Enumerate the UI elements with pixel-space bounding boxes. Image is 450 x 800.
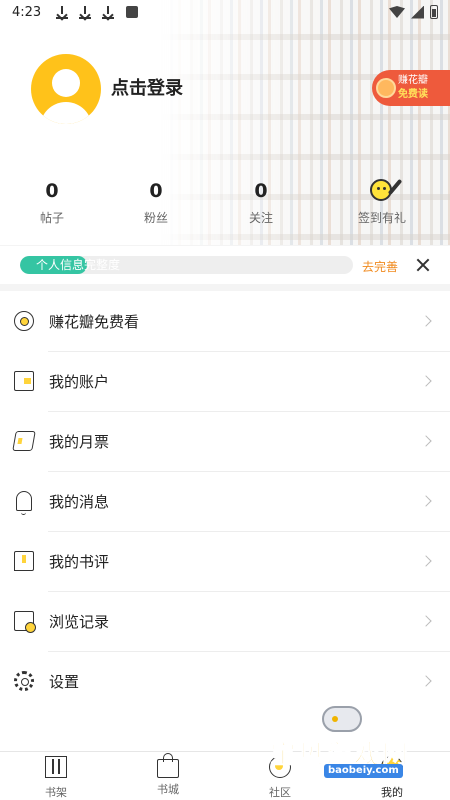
stat-posts-value: 0 <box>45 180 59 202</box>
menu-item-label: 赚花瓣免费看 <box>49 312 140 331</box>
menu-item-label: 浏览记录 <box>49 612 110 631</box>
stat-following-value: 0 <box>254 180 268 202</box>
tab-label: 书城 <box>157 783 179 796</box>
profile-completion-bar: 个人信息完整度 去完善 <box>0 246 450 284</box>
close-icon[interactable] <box>414 256 432 274</box>
stats-row: 0 帖子 0 粉丝 0 关注 签到有礼 <box>0 178 450 228</box>
profile-header: 点击登录 赚花瓣 免费读 0 帖子 0 粉丝 0 关注 签到有礼 <box>0 0 450 245</box>
earn-badge-line2: 免费读 <box>398 89 428 100</box>
avatar-body-shape <box>40 102 92 124</box>
wifi-icon <box>389 6 405 18</box>
menu-item-label: 我的书评 <box>49 552 110 571</box>
stat-fans[interactable]: 0 粉丝 <box>116 178 196 226</box>
chevron-right-icon <box>420 675 432 687</box>
tab-bookstore[interactable]: 书城 <box>138 753 198 797</box>
chevron-right-icon <box>420 555 432 567</box>
menu-item-label: 设置 <box>49 672 80 691</box>
chevron-right-icon <box>420 435 432 447</box>
menu-item-account[interactable]: 我的账户 <box>0 351 450 411</box>
status-bar: 4:23 <box>0 0 450 24</box>
menu-item-label: 我的消息 <box>49 492 110 511</box>
complete-profile-link[interactable]: 去完善 <box>362 258 398 275</box>
stat-posts-label: 帖子 <box>39 211 64 225</box>
login-link[interactable]: 点击登录 <box>111 74 183 100</box>
stat-following-label: 关注 <box>248 211 273 225</box>
history-icon <box>14 611 36 633</box>
menu-item-monthly-ticket[interactable]: 我的月票 <box>0 411 450 471</box>
stat-fans-value: 0 <box>149 180 163 202</box>
wallet-icon <box>14 371 34 391</box>
tab-label: 书架 <box>45 786 67 799</box>
chevron-right-icon <box>420 375 432 387</box>
watermark-url: baobeiy.com <box>324 764 403 778</box>
battery-icon <box>430 5 438 19</box>
site-watermark: 宝贝游戏网 baobeiy.com <box>268 700 448 780</box>
petal-flower-icon <box>376 78 396 98</box>
review-icon <box>14 551 34 571</box>
menu-item-book-reviews[interactable]: 我的书评 <box>0 531 450 591</box>
download-icon <box>78 5 92 19</box>
avatar[interactable] <box>31 54 101 124</box>
stat-sign-in[interactable]: 签到有礼 <box>342 178 422 226</box>
download-icon <box>55 5 69 19</box>
menu-item-earn-petals[interactable]: 赚花瓣免费看 <box>0 291 450 351</box>
menu-item-label: 我的月票 <box>49 432 110 451</box>
bookshelf-icon <box>45 756 67 778</box>
status-time: 4:23 <box>12 4 42 20</box>
menu-list: 赚花瓣免费看 我的账户 我的月票 我的消息 我的书评 浏览记录 设置 <box>0 291 450 751</box>
profile-progress-label: 个人信息完整度 <box>36 258 121 272</box>
earn-badge-line1: 赚花瓣 <box>398 75 428 86</box>
menu-item-label: 我的账户 <box>49 372 110 391</box>
flower-icon <box>14 311 34 331</box>
stat-following[interactable]: 0 关注 <box>221 178 301 226</box>
sign-in-smiley-icon <box>367 178 403 204</box>
stat-posts[interactable]: 0 帖子 <box>12 178 92 226</box>
stat-fans-label: 粉丝 <box>143 211 168 225</box>
gamepad-icon <box>322 706 362 732</box>
stat-sign-in-label: 签到有礼 <box>357 211 406 225</box>
gear-icon <box>14 671 34 691</box>
bell-icon <box>16 491 32 515</box>
app-notification-icon <box>126 6 139 18</box>
bookstore-icon <box>157 753 179 778</box>
earn-petals-badge[interactable]: 赚花瓣 免费读 <box>372 70 450 106</box>
menu-item-messages[interactable]: 我的消息 <box>0 471 450 531</box>
chevron-right-icon <box>420 495 432 507</box>
menu-item-history[interactable]: 浏览记录 <box>0 591 450 651</box>
chevron-right-icon <box>420 615 432 627</box>
avatar-head-shape <box>52 69 80 97</box>
download-icon <box>101 5 115 19</box>
tab-label: 社区 <box>269 786 291 799</box>
tab-label: 我的 <box>381 786 403 799</box>
signal-icon <box>411 5 424 19</box>
chevron-right-icon <box>420 315 432 327</box>
tab-bookshelf[interactable]: 书架 <box>26 756 86 800</box>
ticket-icon <box>12 431 36 451</box>
